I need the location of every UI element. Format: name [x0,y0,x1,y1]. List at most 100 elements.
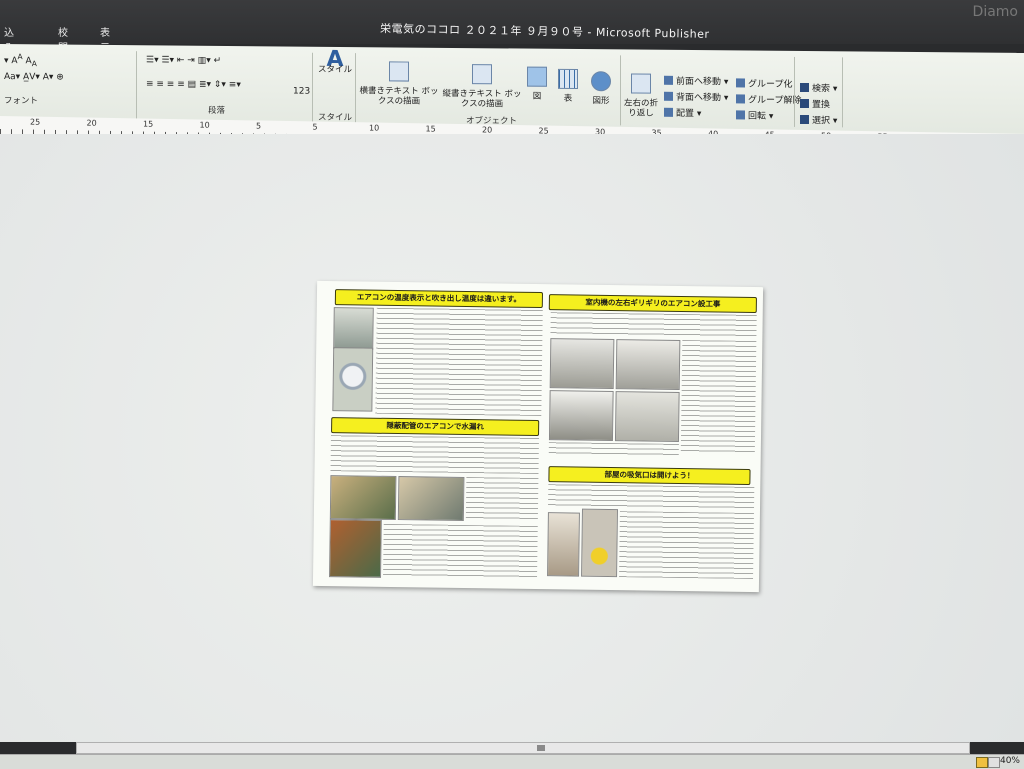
ungroup-button[interactable]: グループ解除 [736,92,801,106]
separator [355,53,356,124]
font-group-label: フォント [4,96,39,107]
leak-photo[interactable] [397,476,465,521]
ruler-tick-label: 5 [312,122,318,132]
style-a-icon: A [326,46,344,72]
heading-banner[interactable]: エアコンの温度表示と吹き出し温度は違います。 [334,289,544,309]
send-backward-button[interactable]: 背面へ移動 ▾ [664,90,728,104]
article-text[interactable] [680,340,757,454]
rotate-label: 回転 [748,111,767,122]
person-photo[interactable] [547,512,580,577]
send-backward-label: 背面へ移動 [676,92,722,104]
article-text[interactable] [383,523,538,579]
article-text[interactable] [550,312,757,338]
replace-label: 置換 [812,100,831,111]
group-icon [736,78,745,88]
textbox-icon [389,61,409,82]
select-button[interactable]: 選択 ▾ [800,113,837,126]
indoor-unit-photo[interactable] [549,338,615,390]
indoor-unit-photo[interactable] [614,391,680,442]
scrollbar-thumb[interactable] [537,745,545,751]
binoculars-icon [800,82,809,93]
ruler-tick-label: 25 [30,117,41,127]
heading-banner[interactable]: 隠蔽配管のエアコンで水漏れ [331,417,540,437]
thermometer-photo[interactable] [332,347,374,412]
zoom-level[interactable]: 40% [1000,756,1020,766]
ruler-tick-label: 5 [256,121,262,131]
wrap-text-button[interactable]: 左右の折り返し [624,73,659,119]
vent-photo[interactable] [581,508,618,578]
two-page-view-icon[interactable] [988,757,1000,768]
status-bar: 40% [0,754,1024,769]
align-buttons[interactable]: ≡ ≡ ≡ ≡ ▤ ≣▾ ⇕▾ ≡▾ [146,79,241,90]
find-label: 検索 [812,84,831,95]
article-text[interactable] [465,477,539,523]
horizontal-textbox-button[interactable]: 横書きテキスト ボックスの描画 [358,61,440,107]
textbox-icon [472,64,492,85]
brand-label: Diamo [972,4,1018,20]
replace-button[interactable]: 置換 [800,97,830,110]
table-button[interactable]: 表 [556,68,580,104]
single-page-view-icon[interactable] [976,757,988,768]
select-label: 選択 [812,116,831,127]
align-label: 配置 [676,108,695,120]
window-title: 栄電気のココロ ２０２１年 ９月９０号 - Microsoft Publishe… [379,22,710,41]
group-button[interactable]: グループ化 [736,76,793,90]
font-format-row[interactable]: Aa▾ A̲V▾ A▾ ⊕ [4,72,64,83]
bring-forward-icon [664,75,673,85]
ungroup-icon [736,94,745,104]
numbering-123[interactable]: 123 [293,87,310,97]
separator [136,51,137,122]
pipe-photo[interactable] [329,519,382,578]
heading-banner[interactable]: 室内機の左右ギリギリのエアコン設工事 [548,294,757,314]
table-icon [558,68,578,90]
ruler-tick-label: 15 [143,119,154,129]
separator [620,55,621,126]
font-size-dropdown[interactable]: ▾ AA AA [4,52,37,68]
paragraph-group-label: 段落 [208,105,226,116]
table-label: 表 [563,93,573,104]
article-text[interactable] [548,442,679,456]
list-buttons[interactable]: ☰▾ ☰▾ ⇤ ⇥ ▥▾ ↵ [146,55,221,66]
title-bar: 栄電気のココロ ２０２１年 ９月９０号 - Microsoft Publishe… [0,0,1024,84]
align-icon [664,107,673,117]
vertical-textbox-button[interactable]: 縦書きテキスト ボックスの描画 [440,64,524,110]
ruler-tick-label: 10 [199,120,210,130]
picture-button[interactable]: 図 [526,66,548,102]
indoor-unit-photo[interactable] [615,339,681,390]
shape-icon [591,71,611,92]
picture-icon [527,66,547,87]
find-button[interactable]: 検索 ▾ [800,81,837,94]
article-text[interactable] [548,484,755,510]
article-text[interactable] [330,435,539,475]
align-button[interactable]: 配置 ▾ [664,106,701,119]
ruler-tick-label: 10 [369,123,380,133]
style-button[interactable]: A スタイル [318,46,353,76]
replace-icon [800,98,809,109]
wrap-text-label: 左右の折り返し [624,98,659,119]
horizontal-textbox-label: 横書きテキスト ボックスの描画 [359,86,439,107]
ruler-tick-label: 20 [86,118,97,128]
separator [794,56,795,127]
separator [312,52,313,123]
send-backward-icon [664,91,673,101]
bring-forward-button[interactable]: 前面へ移動 ▾ [664,74,728,88]
heading-banner[interactable]: 部屋の吸気口は開けよう！ [548,466,751,485]
group-label: グループ化 [748,79,793,90]
separator [842,57,843,128]
shape-button[interactable]: 図形 [588,71,614,106]
style-label: スタイル [318,64,353,76]
wrap-text-icon [631,73,651,94]
rotate-button[interactable]: 回転 ▾ [736,108,773,122]
aircon-photo[interactable] [333,307,374,350]
leak-photo[interactable] [329,475,397,521]
cursor-icon [800,114,809,125]
article-text[interactable] [375,307,543,417]
horizontal-scrollbar[interactable] [76,742,970,754]
indoor-unit-photo[interactable] [548,390,614,442]
article-text[interactable] [619,511,754,580]
vertical-textbox-label: 縦書きテキスト ボックスの描画 [442,88,522,110]
bring-forward-label: 前面へ移動 [676,76,722,88]
publication-page[interactable]: エアコンの温度表示と吹き出し温度は違います。 室内機の左右ギリギリのエアコン設工… [312,280,764,593]
document-workspace[interactable]: エアコンの温度表示と吹き出し温度は違います。 室内機の左右ギリギリのエアコン設工… [0,134,1024,742]
rotate-icon [736,110,745,120]
